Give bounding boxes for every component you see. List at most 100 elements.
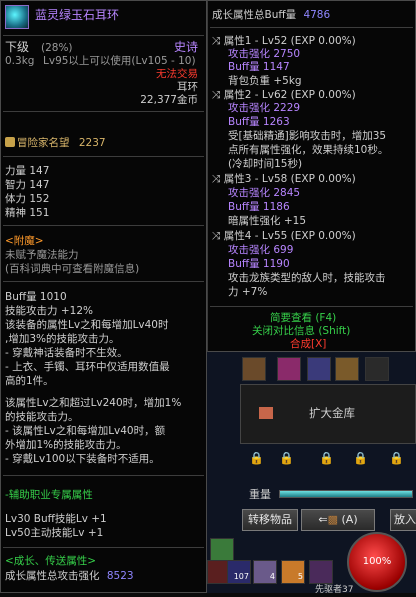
inventory-slot[interactable]: [242, 357, 266, 381]
desc-line: - 该属性Lv之和每增加Lv40时，额: [5, 425, 166, 437]
shuffle-icon: ⤨: [212, 173, 224, 185]
desc-line: 外增加1%的技能攻击力。: [5, 439, 127, 451]
growth-buff-value: 4786: [303, 9, 331, 21]
growth-total-value: 8523: [106, 570, 134, 582]
compose-hint[interactable]: 合成[X]: [290, 338, 326, 351]
desc-line: - 穿戴神话装备时不生效。: [5, 347, 128, 359]
stat-int: 智力 147: [5, 179, 50, 191]
desc-line: - 上衣、手镯、耳环中仅适用数值最: [5, 361, 170, 373]
desc-line: 的技能攻击力。: [5, 411, 79, 423]
level-requirement: Lv95以上可以使用(Lv105 - 10): [43, 55, 196, 67]
attr-atk: 攻击强化 2750: [228, 48, 301, 60]
item-price: 22,377金币: [140, 94, 198, 106]
weight-label: 重量: [249, 488, 271, 501]
item-name: 蓝灵绿玉石耳环: [35, 8, 120, 22]
desc-line: - 穿戴Lv100以下装备时不适用。: [5, 453, 160, 465]
trade-status: 无法交易: [156, 68, 198, 80]
attr-atk: 攻击强化 699: [228, 244, 294, 256]
item-weight: 0.3kg: [5, 55, 35, 67]
place-button[interactable]: 放入: [390, 509, 416, 531]
desc-line: 该装备的属性Lv之和每增加Lv40时: [5, 319, 169, 331]
simple-view-hint[interactable]: 简要查看 (F4): [270, 312, 336, 325]
hp-percent: 100%: [362, 556, 392, 567]
buff-amount: Buff量 1010: [5, 291, 67, 303]
skill-slot[interactable]: 5: [281, 560, 305, 584]
grade-percent: (28%): [41, 42, 73, 54]
slot-type: 耳环: [177, 81, 198, 93]
attr-effect: 力 +7%: [228, 286, 268, 298]
enchant-hint: (百科词典中可查看附魔信息): [5, 263, 140, 275]
nameplate: 先驱者37: [315, 585, 354, 595]
rarity-label: 史诗: [173, 40, 198, 54]
aux-line: Lv50主动技能Lv +1: [5, 527, 104, 539]
shuffle-icon: ⤨: [212, 35, 224, 47]
lock-icon: 🔒: [279, 451, 294, 465]
arrow-left-icon: ⇐: [318, 513, 328, 526]
divider: [3, 281, 204, 282]
transfer-items-button[interactable]: 转移物品: [242, 509, 298, 531]
lock-icon: 🔒: [249, 451, 264, 465]
divider: [3, 111, 204, 112]
divider: [3, 547, 204, 548]
attr-buff: Buff量 1147: [228, 61, 290, 73]
divider: [210, 306, 413, 307]
hp-orb: 100%: [347, 532, 407, 592]
stat-vit: 体力 152: [5, 193, 50, 205]
lock-icon: 🔒: [319, 451, 334, 465]
lock-icon: 🔒: [389, 451, 404, 465]
reputation-icon: [5, 137, 15, 147]
enchant-title: <附魔>: [5, 235, 44, 247]
reputation-value: 2237: [78, 137, 106, 149]
divider: [3, 35, 204, 36]
desc-line: ,增加3%的技能攻击力。: [5, 333, 120, 345]
reputation-row: 冒险家名望 2237: [5, 137, 106, 150]
attr-buff: Buff量 1190: [228, 258, 290, 270]
quickbar-slot[interactable]: [210, 538, 234, 562]
skill-slot[interactable]: 107: [227, 560, 251, 584]
sort-a-button[interactable]: ⇐▩ (A): [301, 509, 375, 531]
desc-line: 该属性Lv之和超过Lv240时，增加1%: [5, 397, 182, 409]
box-icon: ▩: [327, 513, 338, 526]
growth-attr-panel: 成长属性总Buff量 4786 ⤨ 属性1 - Lv52 (EXP 0.00%)…: [207, 0, 416, 352]
item-tooltip-panel: 蓝灵绿玉石耳环 下级 (28%) 史诗 0.3kg Lv95以上可以使用(Lv1…: [0, 0, 207, 593]
weight-bar: [279, 490, 413, 498]
skill-slot[interactable]: 4: [253, 560, 277, 584]
inventory-slot[interactable]: [365, 357, 389, 381]
attr-effect: 受[基础精通]影响攻击时，增加35: [228, 130, 387, 142]
attr-title-2: ⤨ 属性2 - Lv62 (EXP 0.00%): [212, 89, 356, 101]
attr-effect: 攻击龙族类型的敌人时，技能攻击: [228, 272, 386, 284]
expand-vault-label: 扩大金库: [309, 406, 355, 420]
earring-item-icon: [5, 5, 29, 29]
attr-title-3: ⤨ 属性3 - Lv58 (EXP 0.00%): [212, 173, 356, 185]
growth-total-row: 成长属性总攻击强化 8523: [5, 570, 134, 582]
reputation-label: 冒险家名望: [17, 137, 70, 149]
grade-label: 下级: [5, 40, 30, 54]
attr-buff: Buff量 1263: [228, 116, 290, 128]
aux-line: Lv30 Buff技能Lv +1: [5, 513, 107, 525]
growth-title: <成长、传送属性>: [5, 555, 97, 567]
attr-effect: 背包负重 +5kg: [228, 75, 302, 87]
inventory-slot[interactable]: [335, 357, 359, 381]
attr-buff: Buff量 1186: [228, 201, 290, 213]
aux-class-title: -辅助职业专属属性: [5, 489, 93, 501]
inventory-slot[interactable]: [307, 357, 331, 381]
divider: [210, 27, 413, 28]
attr-effect: (冷却时间15秒): [228, 158, 303, 170]
stat-str: 力量 147: [5, 165, 50, 177]
lock-icon: 🔒: [353, 451, 368, 465]
skill-attack: 技能攻击力 +12%: [5, 305, 93, 317]
attr-effect: 点所有属性强化，效果持续10秒。: [228, 144, 389, 156]
close-compare-hint[interactable]: 关闭对比信息 (Shift): [252, 325, 350, 338]
attr-atk: 攻击强化 2845: [228, 187, 301, 199]
attr-effect: 暗属性强化 +15: [228, 215, 306, 227]
attr-title-1: ⤨ 属性1 - Lv52 (EXP 0.00%): [212, 35, 356, 47]
enchant-status: 未赋予魔法能力: [5, 249, 79, 261]
shuffle-icon: ⤨: [212, 230, 224, 242]
skill-slot[interactable]: [309, 560, 333, 584]
chest-icon: [259, 407, 273, 419]
inventory-slot[interactable]: [277, 357, 301, 381]
expand-vault-box[interactable]: 扩大金库: [240, 384, 416, 444]
divider: [3, 225, 204, 226]
weight-bar-fill: [280, 491, 412, 497]
divider: [3, 475, 204, 476]
